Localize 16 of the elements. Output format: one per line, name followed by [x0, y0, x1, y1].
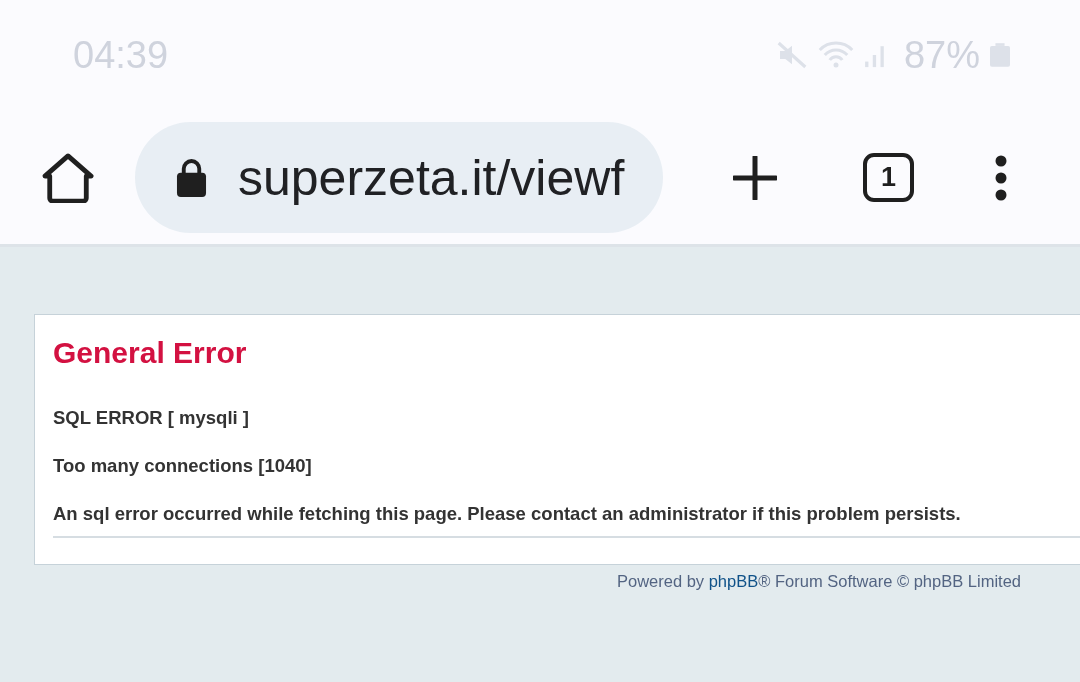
home-icon[interactable] — [42, 152, 94, 203]
error-message: SQL ERROR [ mysqli ] — [53, 406, 249, 430]
url-text: superzeta.it/viewf — [238, 148, 625, 207]
error-message: An sql error occurred while fetching this page. Please contact an administrator if this problem persists. — [53, 502, 961, 526]
error-title: General Error — [53, 335, 247, 371]
error-message: Too many connections [1040] — [53, 454, 312, 478]
tab-switcher-button[interactable]: 1 — [863, 153, 914, 202]
battery-icon — [990, 43, 1010, 67]
menu-icon[interactable] — [995, 154, 1007, 201]
wifi-icon — [817, 40, 854, 70]
footer-link[interactable]: phpBB — [708, 572, 759, 590]
footer-text: Powered by phpBB® Forum Software © phpBB Limited — [616, 571, 1021, 591]
mute-icon — [775, 39, 808, 71]
new-tab-plus-icon[interactable] — [733, 155, 777, 200]
lock-icon — [176, 158, 207, 197]
address-bar[interactable]: superzeta.it/viewf — [135, 122, 663, 233]
